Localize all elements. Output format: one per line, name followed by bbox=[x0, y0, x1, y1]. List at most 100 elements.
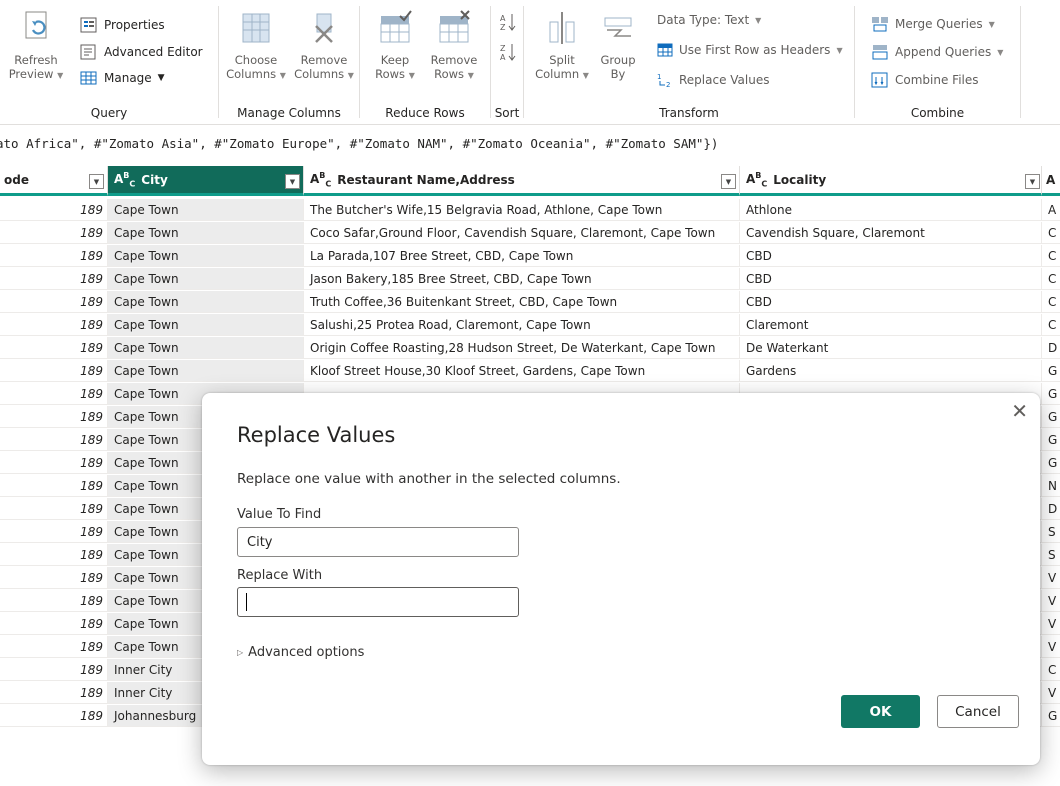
choose-columns-button[interactable]: Choose Columns ▼ bbox=[225, 10, 287, 83]
cell-locality[interactable]: Athlone bbox=[740, 199, 1042, 221]
cell-next[interactable]: D bbox=[1042, 337, 1060, 359]
cell-code[interactable]: 189 bbox=[0, 705, 108, 727]
table-row[interactable]: 189 Cape Town The Butcher's Wife,15 Belgra… bbox=[0, 199, 1060, 222]
column-filter-icon[interactable]: ▼ bbox=[1025, 174, 1040, 189]
cell-code[interactable]: 189 bbox=[0, 590, 108, 612]
cell-restaurant[interactable]: Origin Coffee Roasting,28 Hudson Street,… bbox=[304, 337, 740, 359]
cell-city[interactable]: Cape Town bbox=[108, 291, 304, 313]
cell-code[interactable]: 189 bbox=[0, 659, 108, 681]
sort-descending-icon[interactable]: ZA bbox=[500, 42, 516, 65]
column-filter-icon[interactable]: ▼ bbox=[89, 174, 104, 189]
formula-bar[interactable]: ato Africa", #"Zomato Asia", #"Zomato Eu… bbox=[0, 125, 1060, 163]
cell-next[interactable]: C bbox=[1042, 222, 1060, 244]
cell-next[interactable]: D bbox=[1042, 498, 1060, 520]
cell-locality[interactable]: CBD bbox=[740, 268, 1042, 290]
cell-next[interactable]: S bbox=[1042, 544, 1060, 566]
cell-restaurant[interactable]: Coco Safar,Ground Floor, Cavendish Squar… bbox=[304, 222, 740, 244]
merge-queries-button[interactable]: Merge Queries ▼ bbox=[871, 14, 995, 34]
keep-rows-button[interactable]: Keep Rows ▼ bbox=[368, 10, 422, 83]
cell-next[interactable]: G bbox=[1042, 360, 1060, 382]
cell-locality[interactable]: Claremont bbox=[740, 314, 1042, 336]
cell-next[interactable]: V bbox=[1042, 682, 1060, 704]
cancel-button[interactable]: Cancel bbox=[937, 695, 1019, 728]
cell-code[interactable]: 189 bbox=[0, 521, 108, 543]
group-by-button[interactable]: Group By bbox=[594, 10, 642, 81]
cell-next[interactable]: G bbox=[1042, 406, 1060, 428]
replace-values-button[interactable]: 12 Replace Values bbox=[657, 70, 770, 90]
cell-restaurant[interactable]: Salushi,25 Protea Road, Claremont, Cape … bbox=[304, 314, 740, 336]
cell-code[interactable]: 189 bbox=[0, 498, 108, 520]
cell-code[interactable]: 189 bbox=[0, 360, 108, 382]
cell-next[interactable]: G bbox=[1042, 705, 1060, 727]
cell-code[interactable]: 189 bbox=[0, 544, 108, 566]
ok-button[interactable]: OK bbox=[841, 695, 920, 728]
cell-next[interactable]: V bbox=[1042, 636, 1060, 658]
cell-city[interactable]: Cape Town bbox=[108, 314, 304, 336]
cell-next[interactable]: N bbox=[1042, 475, 1060, 497]
cell-next[interactable]: S bbox=[1042, 521, 1060, 543]
value-to-find-input[interactable] bbox=[237, 527, 519, 557]
cell-code[interactable]: 189 bbox=[0, 636, 108, 658]
cell-next[interactable]: C bbox=[1042, 245, 1060, 267]
cell-restaurant[interactable]: Truth Coffee,36 Buitenkant Street, CBD, … bbox=[304, 291, 740, 313]
table-row[interactable]: 189 Cape Town Origin Coffee Roasting,28 Hu… bbox=[0, 337, 1060, 360]
cell-code[interactable]: 189 bbox=[0, 314, 108, 336]
cell-locality[interactable]: CBD bbox=[740, 291, 1042, 313]
advanced-editor-button[interactable]: Advanced Editor bbox=[80, 42, 203, 62]
cell-code[interactable]: 189 bbox=[0, 567, 108, 589]
cell-next[interactable]: C bbox=[1042, 291, 1060, 313]
cell-code[interactable]: 189 bbox=[0, 337, 108, 359]
cell-city[interactable]: Cape Town bbox=[108, 199, 304, 221]
cell-code[interactable]: 189 bbox=[0, 406, 108, 428]
cell-code[interactable]: 189 bbox=[0, 452, 108, 474]
cell-restaurant[interactable]: The Butcher's Wife,15 Belgravia Road, At… bbox=[304, 199, 740, 221]
table-row[interactable]: 189 Cape Town La Parada,107 Bree Street, C… bbox=[0, 245, 1060, 268]
cell-next[interactable]: G bbox=[1042, 429, 1060, 451]
cell-next[interactable]: C bbox=[1042, 268, 1060, 290]
properties-button[interactable]: Properties bbox=[80, 15, 165, 35]
remove-rows-button[interactable]: Remove Rows ▼ bbox=[426, 10, 482, 83]
manage-button[interactable]: Manage ▼ bbox=[80, 68, 165, 88]
cell-next[interactable]: G bbox=[1042, 452, 1060, 474]
cell-locality[interactable]: Gardens bbox=[740, 360, 1042, 382]
table-row[interactable]: 189 Cape Town Salushi,25 Protea Road, Clar… bbox=[0, 314, 1060, 337]
cell-code[interactable]: 189 bbox=[0, 429, 108, 451]
replace-with-input[interactable] bbox=[237, 587, 519, 617]
cell-city[interactable]: Cape Town bbox=[108, 360, 304, 382]
cell-restaurant[interactable]: La Parada,107 Bree Street, CBD, Cape Tow… bbox=[304, 245, 740, 267]
cell-next[interactable]: A bbox=[1042, 199, 1060, 221]
split-column-button[interactable]: Split Column ▼ bbox=[534, 10, 590, 83]
cell-locality[interactable]: Cavendish Square, Claremont bbox=[740, 222, 1042, 244]
cell-next[interactable]: C bbox=[1042, 659, 1060, 681]
cell-locality[interactable]: De Waterkant bbox=[740, 337, 1042, 359]
cell-code[interactable]: 189 bbox=[0, 291, 108, 313]
cell-code[interactable]: 189 bbox=[0, 475, 108, 497]
column-header-city[interactable]: ABC City ▼ bbox=[108, 166, 304, 196]
cell-locality[interactable]: CBD bbox=[740, 245, 1042, 267]
table-row[interactable]: 189 Cape Town Coco Safar,Ground Floor, Cav… bbox=[0, 222, 1060, 245]
column-header-next[interactable]: A bbox=[1042, 166, 1060, 196]
cell-city[interactable]: Cape Town bbox=[108, 245, 304, 267]
column-filter-icon[interactable]: ▼ bbox=[721, 174, 736, 189]
cell-next[interactable]: V bbox=[1042, 590, 1060, 612]
combine-files-button[interactable]: Combine Files bbox=[871, 70, 979, 90]
advanced-options-toggle[interactable]: ▷ Advanced options bbox=[237, 645, 364, 660]
cell-code[interactable]: 189 bbox=[0, 222, 108, 244]
column-header-locality[interactable]: ABC Locality ▼ bbox=[740, 166, 1042, 196]
cell-next[interactable]: G bbox=[1042, 383, 1060, 405]
cell-restaurant[interactable]: Jason Bakery,185 Bree Street, CBD, Cape … bbox=[304, 268, 740, 290]
column-header-restaurant[interactable]: ABC Restaurant Name,Address ▼ bbox=[304, 166, 740, 196]
cell-city[interactable]: Cape Town bbox=[108, 268, 304, 290]
cell-restaurant[interactable]: Kloof Street House,30 Kloof Street, Gard… bbox=[304, 360, 740, 382]
table-row[interactable]: 189 Cape Town Jason Bakery,185 Bree Street… bbox=[0, 268, 1060, 291]
cell-next[interactable]: V bbox=[1042, 567, 1060, 589]
use-first-row-headers-button[interactable]: Use First Row as Headers ▼ bbox=[657, 40, 843, 60]
cell-code[interactable]: 189 bbox=[0, 199, 108, 221]
cell-city[interactable]: Cape Town bbox=[108, 222, 304, 244]
sort-ascending-icon[interactable]: AZ bbox=[500, 12, 516, 35]
cell-code[interactable]: 189 bbox=[0, 268, 108, 290]
column-filter-icon[interactable]: ▼ bbox=[285, 174, 300, 189]
table-row[interactable]: 189 Cape Town Truth Coffee,36 Buitenkant S… bbox=[0, 291, 1060, 314]
cell-next[interactable]: C bbox=[1042, 314, 1060, 336]
cell-code[interactable]: 189 bbox=[0, 245, 108, 267]
